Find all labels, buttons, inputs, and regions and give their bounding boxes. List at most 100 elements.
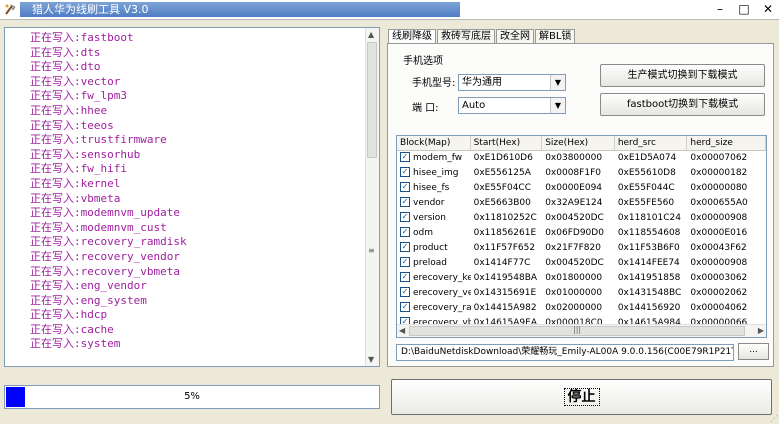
title-bar: 猎人华为线刷工具 V3.0 – □ ✕ [0,0,779,20]
table-cell: 0x0000E094 [545,183,603,193]
table-cell: 0x004520DC [545,213,604,223]
log-vertical-scrollbar[interactable]: ▲ ≡ ▼ [365,28,379,366]
tab-unlock-bl[interactable]: 解BL锁 [535,29,576,43]
checkbox-checked-icon[interactable]: ✓ [400,241,410,252]
log-lines: 正在写入:fastboot 正在写入:dts 正在写入:dto 正在写入:vector… [30,31,187,352]
table-row[interactable]: ✓ hisee_img 0xE556125A 0x0008F1F0 0xE55610D8… [397,166,766,181]
table-cell: 0x00002062 [690,288,748,298]
log-line: 正在写入:recovery_vendor [30,249,180,263]
chevron-down-icon[interactable]: ▼ [550,98,565,113]
table-cell: 0x0000E016 [690,228,748,238]
firmware-path-field[interactable]: D:\BaiduNetdiskDownload\荣耀畅玩_Emily-AL00A… [396,344,734,361]
table-row[interactable]: ✓erecovery_ve...0x14315691E 0x01000000 0x1… [397,286,766,301]
table-cell: 0x0008F1F0 [545,168,601,178]
tab-full-network[interactable]: 改全网 [496,29,534,43]
partition-table[interactable]: Block(Map) Start(Hex) Size(Hex) herd_src… [396,135,767,338]
table-cell: 0x11F53B6F0 [617,243,680,253]
table-cell: 0x00003062 [690,273,748,283]
table-row[interactable]: ✓erecovery_ra...0x14415A982 0x02000000 0x1… [397,301,766,316]
table-cell: 0x01000000 [545,288,603,298]
scrollbar-thumb[interactable] [367,42,377,158]
fastboot-to-download-button[interactable]: fastboot切换到下载模式 [600,93,765,116]
table-row[interactable]: ✓ version 0x11810252C 0x004520DC 0x118101C24… [397,211,766,226]
table-row[interactable]: ✓ odm 0x11856261E 0x06FD90D0 0x118554608 0x00… [397,226,766,241]
table-cell: 0x00000908 [690,258,748,268]
port-select[interactable]: Auto ▼ [458,97,566,114]
log-line: 正在写入:eng_vendor [30,279,147,293]
table-cell: 0xE556125A [473,168,531,178]
block-name: product [413,243,448,253]
checkbox-checked-icon[interactable]: ✓ [400,196,410,207]
checkbox-checked-icon[interactable]: ✓ [400,301,410,312]
table-cell: 0x1419548BA [473,273,538,283]
log-line: 正在写入:recovery_vbmeta [30,264,180,278]
log-line: 正在写入:cache [30,322,114,336]
model-select[interactable]: 华为通用 ▼ [458,74,566,91]
table-cell: 0x14415A982 [473,303,537,313]
table-row[interactable]: ✓ hisee_fs 0xE55F04CC 0x0000E094 0xE55F044C 0… [397,181,766,196]
table-cell: 0x1414F77C [473,258,531,268]
checkbox-checked-icon[interactable]: ✓ [400,211,410,222]
log-line: 正在写入:dto [30,60,101,74]
close-button[interactable]: ✕ [761,2,775,16]
table-cell: 0xE1D5A074 [617,153,677,163]
tab-rescue-write-base[interactable]: 救砖写底层 [437,29,495,43]
checkbox-checked-icon[interactable]: ✓ [400,166,410,177]
table-cell: 0x11F57F652 [473,243,536,253]
scroll-left-icon[interactable]: ◀ [399,326,405,335]
block-name: hisee_fs [413,183,450,193]
tab-flash-downgrade[interactable]: 线刷降级 [388,29,436,44]
log-output[interactable]: 正在写入:fastboot 正在写入:dts 正在写入:dto 正在写入:vector… [4,27,380,367]
stop-button[interactable]: 停止 [391,379,772,415]
table-cell: 0x141951858 [617,273,681,283]
browse-button[interactable]: ... [738,343,769,360]
checkbox-checked-icon[interactable]: ✓ [400,286,410,297]
table-row[interactable]: ✓ preload 0x1414F77C 0x004520DC 0x1414FEE74 0… [397,256,766,271]
block-cell: ✓ hisee_fs [397,181,471,196]
scroll-right-icon[interactable]: ▶ [758,326,764,335]
scroll-down-icon[interactable]: ▼ [368,355,374,364]
production-to-download-button[interactable]: 生产模式切换到下载模式 [600,64,765,87]
block-name: odm [413,228,433,238]
table-row[interactable]: ✓erecovery_ker...0x1419548BA 0x01800000 0x… [397,271,766,286]
log-line: 正在写入:dts [30,45,101,59]
table-cell: 0x14315691E [473,288,537,298]
table-cell: 0x00000182 [690,168,748,178]
table-cell: 0x118554608 [617,228,681,238]
checkbox-checked-icon[interactable]: ✓ [400,181,410,192]
scroll-grip-icon: ≡ [368,246,375,255]
column-header-herd-size[interactable]: herd_size [687,136,766,150]
checkbox-checked-icon[interactable]: ✓ [400,151,410,162]
block-name: vendor [413,198,445,208]
table-cell: 0x00000080 [690,183,748,193]
block-cell: ✓ modem_fw [397,151,471,166]
checkbox-checked-icon[interactable]: ✓ [400,226,410,237]
table-header: Block(Map) Start(Hex) Size(Hex) herd_src… [397,136,766,151]
checkbox-checked-icon[interactable]: ✓ [400,271,410,282]
column-header-block[interactable]: Block(Map) [397,136,471,150]
column-header-herd-src[interactable]: herd_src [615,136,688,150]
table-horizontal-scrollbar[interactable]: ◀ ||| ▶ [397,324,766,337]
block-name: version [413,213,446,223]
table-cell: 0xE55F044C [617,183,675,193]
scroll-up-icon[interactable]: ▲ [368,30,374,39]
table-row[interactable]: ✓ vendor 0xE5663B00 0x32A9E124 0xE55FE560 0x0… [397,196,766,211]
table-cell: 0x21F7F820 [545,243,601,253]
table-row[interactable]: ✓ product 0x11F57F652 0x21F7F820 0x11F53B6F0… [397,241,766,256]
log-line: 正在写入:recovery_ramdisk [30,235,187,249]
checkbox-checked-icon[interactable]: ✓ [400,256,410,267]
table-cell: 0x00004062 [690,303,748,313]
minimize-button[interactable]: – [713,2,727,16]
column-header-start[interactable]: Start(Hex) [471,136,543,150]
table-cell: 0xE5663B00 [473,198,531,208]
column-header-size[interactable]: Size(Hex) [542,136,615,150]
block-cell: ✓erecovery_ra... [397,301,471,316]
app-icon [5,4,16,15]
log-line: 正在写入:fastboot [30,31,134,44]
resize-grip-icon[interactable]: ⋰ [770,414,778,423]
log-line: 正在写入:modemnvm_update [30,206,180,220]
chevron-down-icon[interactable]: ▼ [550,75,565,90]
table-row[interactable]: ✓ modem_fw 0xE1D610D6 0x03800000 0xE1D5A074 0… [397,151,766,166]
table-cell: 0x11810252C [473,213,537,223]
maximize-button[interactable]: □ [737,2,751,16]
